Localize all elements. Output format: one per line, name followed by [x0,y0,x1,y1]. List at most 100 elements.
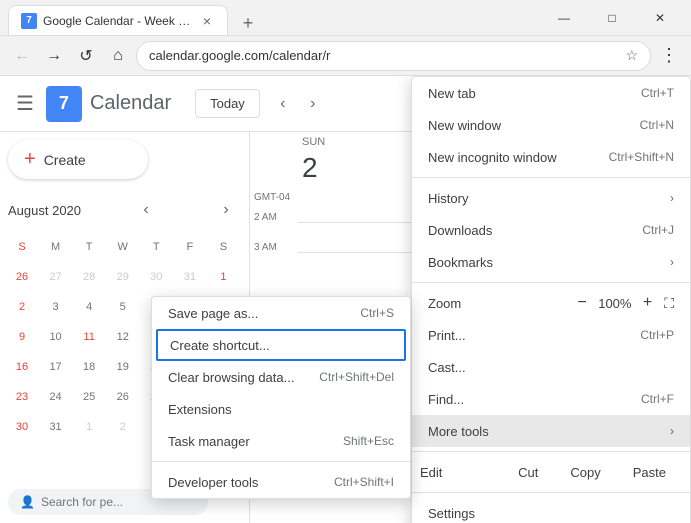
mini-day-22[interactable]: 16 [8,353,36,381]
mini-day-16[interactable]: 10 [42,323,70,351]
mini-day-36[interactable]: 30 [8,413,36,441]
page-content: ☰ 7 Calendar Today ‹ › + Create [0,76,691,523]
close-window-button[interactable]: ✕ [637,3,683,33]
mini-cal-prev[interactable]: ‹ [131,195,161,225]
submenu-item-task-manager[interactable]: Task manager Shift+Esc [152,425,410,457]
mini-day-30[interactable]: 24 [42,383,70,411]
clear-browsing-label: Clear browsing data... [168,370,319,385]
mini-day-5[interactable]: 30 [142,263,170,291]
zoom-fullscreen-icon[interactable]: ⛶ [664,295,674,312]
bookmarks-arrow-icon: › [670,255,674,269]
time-3am: 3 AM [254,242,277,253]
submenu-item-extensions[interactable]: Extensions [152,393,410,425]
day-header-thu: T [142,233,170,261]
menu-item-cast[interactable]: Cast... [412,351,690,383]
separator-4 [412,492,690,493]
hamburger-menu-icon[interactable]: ☰ [16,91,34,116]
mini-day-29[interactable]: 23 [8,383,36,411]
menu-item-print[interactable]: Print... Ctrl+P [412,319,690,351]
maximize-button[interactable]: □ [589,3,635,33]
menu-item-history[interactable]: History › [412,182,690,214]
back-button[interactable]: ← [8,42,36,70]
forward-button[interactable]: → [40,42,68,70]
menu-item-new-window[interactable]: New window Ctrl+N [412,109,690,141]
new-tab-button[interactable]: + [236,11,260,35]
browser-menu-button[interactable]: ⋮ [655,42,683,70]
calendar-logo-icon: 7 [46,86,82,122]
mini-day-9[interactable]: 3 [42,293,70,321]
sun-label: SUN [302,136,325,148]
cut-button[interactable]: Cut [502,461,554,484]
save-page-label: Save page as... [168,306,360,321]
submenu-separator [152,461,410,462]
menu-item-more-tools[interactable]: More tools › [412,415,690,447]
menu-item-history-label: History [428,191,662,206]
menu-item-new-tab-label: New tab [428,86,641,101]
tab-close-button[interactable]: × [199,13,215,29]
mini-day-3[interactable]: 28 [75,263,103,291]
zoom-value: 100% [597,296,633,311]
submenu-item-clear-browsing[interactable]: Clear browsing data... Ctrl+Shift+Del [152,361,410,393]
mini-day-6[interactable]: 31 [176,263,204,291]
edit-buttons: Cut Copy Paste [502,461,682,484]
mini-day-7[interactable]: 1 [209,263,237,291]
mini-day-32[interactable]: 26 [109,383,137,411]
menu-item-new-tab-shortcut: Ctrl+T [641,86,674,100]
mini-day-38[interactable]: 1 [75,413,103,441]
mini-day-37[interactable]: 31 [42,413,70,441]
tab-title: Google Calendar - Week of Aug... [43,14,193,28]
submenu-item-save-page[interactable]: Save page as... Ctrl+S [152,297,410,329]
mini-day-8[interactable]: 2 [8,293,36,321]
zoom-minus-button[interactable]: − [574,294,591,312]
search-people-icon: 👤 [20,495,35,509]
calendar-next-button[interactable]: › [298,89,328,119]
day-header-tue: T [75,233,103,261]
create-label: Create [44,152,86,168]
mini-day-10[interactable]: 4 [75,293,103,321]
reload-button[interactable]: ↺ [72,42,100,70]
mini-day-31[interactable]: 25 [75,383,103,411]
submenu-item-devtools[interactable]: Developer tools Ctrl+Shift+I [152,466,410,498]
mini-day-23[interactable]: 17 [42,353,70,381]
calendar-logo-text: Calendar [90,92,171,115]
zoom-plus-button[interactable]: + [639,294,656,312]
menu-item-print-shortcut: Ctrl+P [640,328,674,342]
mini-day-4[interactable]: 29 [109,263,137,291]
calendar-prev-button[interactable]: ‹ [268,89,298,119]
create-event-button[interactable]: + Create [8,140,148,179]
task-manager-shortcut: Shift+Esc [343,434,394,448]
day-header-mon: M [42,233,70,261]
menu-item-settings[interactable]: Settings [412,497,690,523]
mini-day-2[interactable]: 27 [42,263,70,291]
day-header-sat: S [209,233,237,261]
paste-button[interactable]: Paste [617,461,682,484]
mini-day-15[interactable]: 9 [8,323,36,351]
create-shortcut-label: Create shortcut... [170,338,392,353]
copy-button[interactable]: Copy [554,461,616,484]
submenu-item-create-shortcut[interactable]: Create shortcut... [156,329,406,361]
more-tools-arrow-icon: › [670,424,674,438]
browser-frame: 7 Google Calendar - Week of Aug... × + —… [0,0,691,523]
home-button[interactable]: ⌂ [104,42,132,70]
time-2am: 2 AM [254,212,277,223]
mini-day-1[interactable]: 26 [8,263,36,291]
separator-3 [412,451,690,452]
mini-day-24[interactable]: 18 [75,353,103,381]
bookmark-star-icon[interactable]: ☆ [625,47,638,64]
active-tab[interactable]: 7 Google Calendar - Week of Aug... × [8,5,228,35]
url-bar[interactable]: calendar.google.com/calendar/r ☆ [136,41,651,71]
menu-item-find[interactable]: Find... Ctrl+F [412,383,690,415]
today-button[interactable]: Today [195,89,260,118]
mini-day-11[interactable]: 5 [109,293,137,321]
mini-cal-next[interactable]: › [211,195,241,225]
menu-item-downloads[interactable]: Downloads Ctrl+J [412,214,690,246]
mini-day-39[interactable]: 2 [109,413,137,441]
window-controls: — □ ✕ [541,3,683,33]
menu-item-incognito[interactable]: New incognito window Ctrl+Shift+N [412,141,690,173]
menu-item-new-tab[interactable]: New tab Ctrl+T [412,77,690,109]
menu-item-bookmarks[interactable]: Bookmarks › [412,246,690,278]
mini-day-18[interactable]: 12 [109,323,137,351]
minimize-button[interactable]: — [541,3,587,33]
mini-day-17[interactable]: 11 [75,323,103,351]
mini-day-25[interactable]: 19 [109,353,137,381]
